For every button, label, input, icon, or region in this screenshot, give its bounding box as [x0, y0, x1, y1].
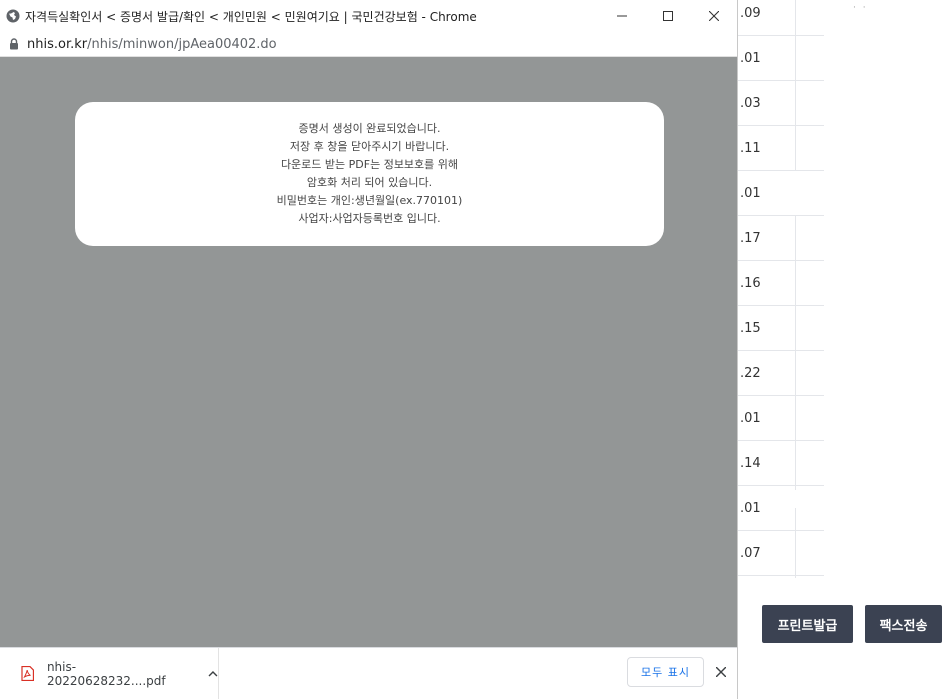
window-title: 자격득실확인서 < 증명서 발급/확인 < 개인민원 < 민원여기요 | 국민건…	[25, 9, 477, 24]
download-item[interactable]: nhis-20220628232....pdf	[0, 648, 219, 699]
table-row: .17	[738, 216, 824, 261]
globe-icon	[6, 9, 20, 23]
download-filename: nhis-20220628232....pdf	[46, 659, 166, 688]
dialog-message-line: 증명서 생성이 완료되었습니다.	[298, 122, 441, 135]
dialog-message-line: 비밀번호는 개인:생년월일(ex.770101)	[276, 194, 463, 207]
window-titlebar: 자격득실확인서 < 증명서 발급/확인 < 개인민원 < 민원여기요 | 국민건…	[0, 0, 737, 32]
minimize-button[interactable]	[599, 0, 645, 32]
table-row: .01	[738, 36, 824, 81]
minimize-icon	[617, 15, 627, 17]
close-download-shelf-button[interactable]	[713, 664, 729, 680]
table-row: .22	[738, 351, 824, 396]
dialog-message-line: 암호화 처리 되어 있습니다.	[306, 176, 433, 189]
close-icon	[716, 667, 726, 677]
maximize-icon	[663, 11, 673, 21]
page-content-overlay: 증명서 생성이 완료되었습니다. 저장 후 창을 닫아주시기 바랍니다. 다운로…	[0, 57, 737, 647]
table-row: .01	[738, 171, 824, 216]
table-row: .03	[738, 81, 824, 126]
table-row: .15	[738, 306, 824, 351]
download-shelf: nhis-20220628232....pdf 모두 표시	[0, 647, 737, 699]
print-issue-button[interactable]: 프린트발급	[762, 605, 853, 643]
url-host: nhis.or.kr	[27, 36, 88, 52]
table-row: .01	[738, 486, 824, 531]
table-row: .14	[738, 441, 824, 486]
dialog-message-line: 다운로드 받는 PDF는 정보보호를 위해	[280, 158, 459, 171]
lock-icon	[10, 38, 18, 50]
table-row: .09	[738, 0, 824, 36]
show-all-downloads-button[interactable]: 모두 표시	[627, 657, 704, 687]
table-row: .16	[738, 261, 824, 306]
pdf-file-icon	[21, 666, 34, 681]
maximize-button[interactable]	[645, 0, 691, 32]
close-window-button[interactable]	[691, 0, 737, 32]
completion-dialog: 증명서 생성이 완료되었습니다. 저장 후 창을 닫아주시기 바랍니다. 다운로…	[75, 102, 664, 246]
window-controls	[599, 0, 737, 32]
address-bar[interactable]: nhis.or.kr/nhis/minwon/jpAea00402.do	[0, 32, 737, 57]
dialog-message-line: 사업자:사업자등록번호 입니다.	[298, 212, 441, 225]
chevron-up-icon[interactable]	[208, 669, 218, 679]
dialog-message-line: 저장 후 창을 닫아주시기 바랍니다.	[289, 140, 450, 153]
url-path: /nhis/minwon/jpAea00402.do	[87, 36, 277, 52]
popup-window: 자격득실확인서 < 증명서 발급/확인 < 개인민원 < 민원여기요 | 국민건…	[0, 0, 738, 699]
table-row: .01	[738, 396, 824, 441]
table-row: .11	[738, 126, 824, 171]
background-ellipsis: · ·	[853, 3, 868, 13]
fax-send-button[interactable]: 팩스전송	[865, 605, 942, 643]
table-row: .07	[738, 531, 824, 576]
close-icon	[709, 11, 719, 21]
